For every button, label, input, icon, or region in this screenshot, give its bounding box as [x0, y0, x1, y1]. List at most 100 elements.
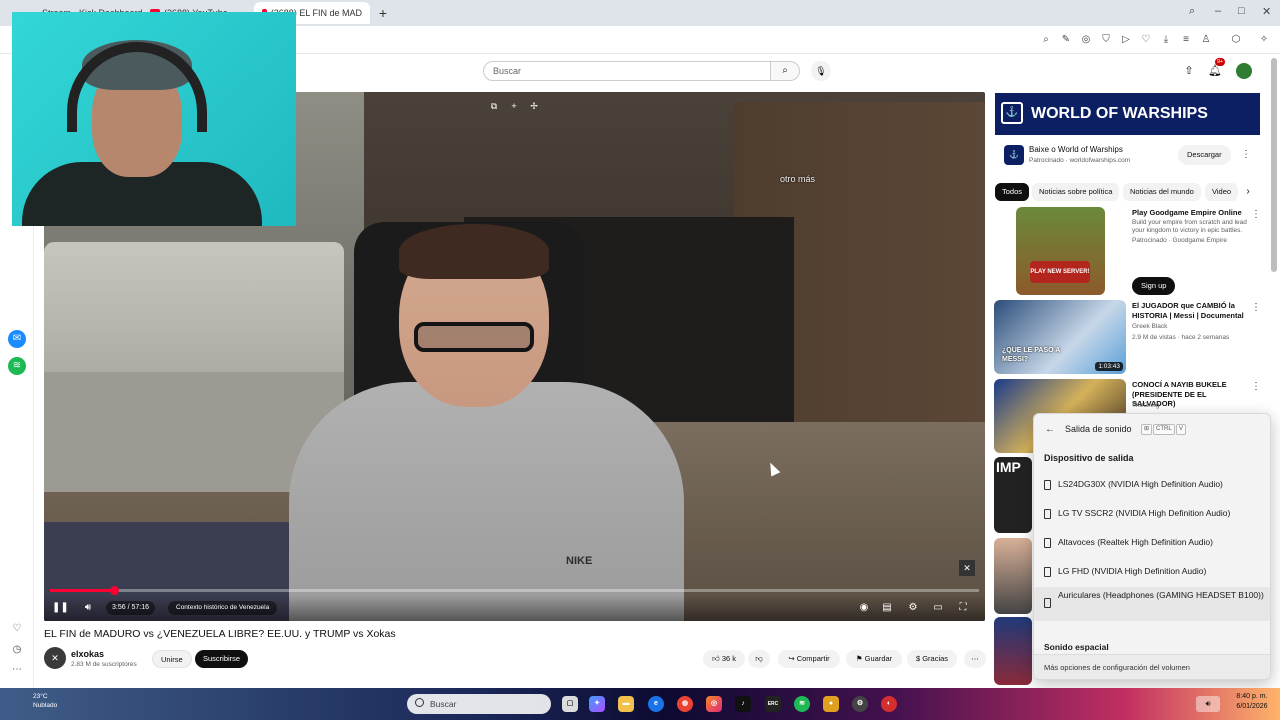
- channel-avatar[interactable]: ✕: [44, 647, 66, 669]
- heart-icon[interactable]: ♡: [1139, 33, 1153, 47]
- system-tray-volume-icon[interactable]: 🔊︎: [1196, 696, 1220, 712]
- rec-thumbnail[interactable]: PLAY NEW SERVER!: [1016, 207, 1105, 295]
- progress-bar[interactable]: [50, 586, 979, 595]
- more-actions-button[interactable]: ⋯: [964, 650, 986, 668]
- spotify-icon[interactable]: ≋: [794, 696, 810, 712]
- weather-widget[interactable]: 23°C Nublado: [33, 692, 57, 710]
- taskbar-search-input[interactable]: Buscar: [407, 694, 551, 714]
- fullscreen-icon[interactable]: ⛶: [955, 600, 971, 616]
- rec-menu-icon[interactable]: ⋮: [1251, 208, 1261, 222]
- history-icon[interactable]: ◷: [8, 641, 26, 659]
- ai-icon[interactable]: ✧: [1257, 33, 1271, 47]
- add-icon[interactable]: +: [508, 100, 520, 112]
- output-device-option[interactable]: Altavoces (Realtek High Definition Audio…: [1034, 529, 1270, 556]
- chevron-right-icon[interactable]: ›: [1240, 184, 1256, 200]
- file-explorer-icon[interactable]: ▬: [618, 696, 634, 712]
- maximize-icon[interactable]: □: [1238, 5, 1245, 17]
- rec-thumbnail[interactable]: ¿QUE LE PASO A MESSI? 1:03:43: [994, 300, 1126, 374]
- edit-icon[interactable]: ✎: [1059, 33, 1073, 47]
- output-device-option[interactable]: LG FHD (NVIDIA High Definition Audio): [1034, 558, 1270, 585]
- more-icon[interactable]: ⋯: [8, 661, 26, 679]
- like-count: 36 k: [721, 654, 737, 663]
- dislike-button[interactable]: 👎︎: [748, 650, 770, 668]
- more-volume-settings-link[interactable]: Más opciones de configuración del volume…: [1034, 654, 1270, 679]
- rec-channel[interactable]: TheGrefg: [1132, 402, 1159, 409]
- like-button[interactable]: 👍︎ 36 k: [703, 650, 745, 668]
- chip-all[interactable]: Todos: [995, 183, 1030, 201]
- rec-menu-icon[interactable]: ⋮: [1251, 380, 1261, 394]
- video-title: EL FIN de MADURO vs ¿VENEZUELA LIBRE? EE…: [44, 628, 396, 640]
- chip-politics[interactable]: Noticias sobre política: [1032, 183, 1120, 201]
- edge-browser-icon[interactable]: e: [648, 696, 664, 712]
- obs-icon[interactable]: ●: [823, 696, 839, 712]
- page-scrollbar[interactable]: [1271, 58, 1277, 272]
- task-view-icon[interactable]: ▢: [562, 696, 578, 712]
- theater-mode-icon[interactable]: ▭: [930, 600, 946, 616]
- miniplayer-icon[interactable]: ⧉: [488, 100, 500, 112]
- thanks-button[interactable]: $ Gracias: [907, 650, 957, 668]
- search-tabs-icon[interactable]: ⌕: [1189, 5, 1195, 18]
- notifications-button[interactable]: 🔔︎ 9+: [1207, 58, 1226, 79]
- upload-icon[interactable]: ⇧: [1181, 63, 1197, 79]
- rec-title[interactable]: El JUGADOR que CAMBIÓ la HISTORIA | Mess…: [1132, 301, 1250, 320]
- output-device-option[interactable]: LG TV SSCR2 (NVIDIA High Definition Audi…: [1034, 500, 1270, 527]
- channel-watermark-icon[interactable]: ✕: [959, 560, 975, 576]
- subtitles-icon[interactable]: ▤: [879, 600, 895, 616]
- cast-icon[interactable]: ✢: [528, 100, 540, 112]
- chrome-icon[interactable]: ◍: [677, 696, 693, 712]
- list-icon[interactable]: ≡: [1179, 33, 1193, 47]
- taskbar-clock[interactable]: 8:40 p. m. 6/01/2026: [1226, 692, 1278, 712]
- lens-icon[interactable]: ⌕: [1039, 33, 1053, 47]
- minimize-icon[interactable]: –: [1215, 5, 1221, 17]
- play-icon[interactable]: ▷: [1119, 33, 1133, 47]
- save-button[interactable]: ⚑ Guardar: [846, 650, 902, 668]
- subscribe-button[interactable]: Suscribirse: [195, 650, 249, 668]
- chip-world-news[interactable]: Noticias del mundo: [1123, 183, 1201, 201]
- output-device-option-selected[interactable]: Auriculares (Headphones (GAMING HEADSET …: [1034, 587, 1270, 621]
- youtube-search-input[interactable]: Buscar: [483, 61, 771, 81]
- rec-title[interactable]: Play Goodgame Empire Online: [1132, 208, 1250, 218]
- app-icon[interactable]: ERC: [765, 696, 781, 712]
- volume-icon[interactable]: 🔊︎: [80, 600, 96, 616]
- ad-title[interactable]: Baixe o World of Warships: [1029, 145, 1123, 154]
- spotify-icon[interactable]: ≋: [8, 357, 26, 375]
- clock-time: 8:40 p. m.: [1236, 693, 1268, 700]
- signup-button[interactable]: Sign up: [1132, 277, 1176, 295]
- account-avatar[interactable]: [1236, 63, 1252, 79]
- pause-icon[interactable]: ❚❚: [52, 600, 69, 616]
- ad-sponsored-label: Patrocinado · worldofwarships.com: [1029, 157, 1131, 164]
- search-button[interactable]: ⌕: [771, 61, 800, 81]
- voice-search-button[interactable]: 🎙: [811, 61, 831, 81]
- app-red-icon[interactable]: ◐: [881, 696, 897, 712]
- chip-video[interactable]: Video: [1205, 183, 1238, 201]
- close-icon[interactable]: ✕: [1262, 5, 1271, 18]
- rec-thumbnail[interactable]: [994, 617, 1032, 685]
- autoplay-toggle-icon[interactable]: ◉: [856, 600, 872, 616]
- chapter-button[interactable]: Contexto histórico de Venezuela: [168, 601, 278, 615]
- download-icon[interactable]: ⤓: [1159, 33, 1173, 47]
- rec-menu-icon[interactable]: ⋮: [1251, 301, 1261, 315]
- camera-icon[interactable]: ◎: [1079, 33, 1093, 47]
- shield-icon[interactable]: ⛉: [1099, 33, 1113, 47]
- rec-thumbnail[interactable]: IMP: [994, 457, 1032, 533]
- extensions-icon[interactable]: ⬡: [1229, 33, 1243, 47]
- channel-name[interactable]: elxokas: [71, 649, 104, 659]
- new-tab-button[interactable]: +: [374, 4, 392, 22]
- profile-icon[interactable]: ♙: [1199, 33, 1213, 47]
- rec-channel[interactable]: Greek Black: [1132, 323, 1167, 330]
- bell-icon[interactable]: ♡: [8, 620, 26, 638]
- download-button[interactable]: Descargar: [1178, 145, 1231, 165]
- steam-icon[interactable]: ⚙: [852, 696, 868, 712]
- tiktok-icon[interactable]: ♪: [735, 696, 751, 712]
- rec-thumbnail[interactable]: [994, 538, 1032, 614]
- back-arrow-icon[interactable]: ←: [1044, 424, 1056, 436]
- share-button[interactable]: ↪ Compartir: [778, 650, 840, 668]
- instagram-icon[interactable]: ◎: [706, 696, 722, 712]
- join-button[interactable]: Unirse: [152, 650, 192, 668]
- settings-gear-icon[interactable]: ⚙: [905, 600, 921, 616]
- ad-banner[interactable]: ⚓ WORLD OF WARSHIPS: [995, 93, 1260, 135]
- ad-menu-icon[interactable]: ⋮: [1241, 148, 1251, 162]
- output-device-option[interactable]: LS24DG30X (NVIDIA High Definition Audio): [1034, 471, 1270, 498]
- messenger-icon[interactable]: ✉: [8, 330, 26, 348]
- copilot-icon[interactable]: ✦: [589, 696, 605, 712]
